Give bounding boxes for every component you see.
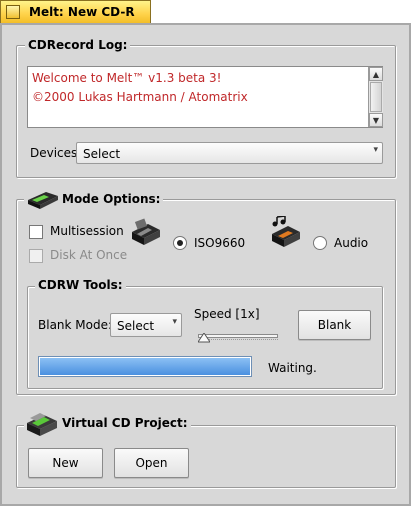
audio-cd-drive-icon (266, 215, 306, 250)
log-textview[interactable]: Welcome to Melt™ v1.3 beta 3! ©2000 Luka… (27, 66, 383, 128)
open-button[interactable]: Open (114, 448, 189, 478)
speed-slider-thumb[interactable] (198, 333, 210, 343)
scroll-down-icon[interactable]: ▼ (369, 113, 383, 127)
project-group-label: Virtual CD Project: (59, 416, 191, 430)
disk-at-once-checkbox[interactable] (29, 249, 43, 263)
speed-slider-track (198, 334, 278, 338)
progress-bar-fill (40, 358, 250, 375)
audio-radio[interactable] (313, 236, 327, 250)
new-button[interactable]: New (28, 448, 103, 478)
multisession-label[interactable]: Multisession (50, 224, 124, 238)
devices-label: Devices: (30, 146, 82, 160)
cdrw-group-label: CDRW Tools: (35, 278, 126, 292)
cd-recorder-icon (128, 218, 164, 248)
multisession-checkbox[interactable] (29, 225, 43, 239)
log-group-label: CDRecord Log: (25, 38, 131, 52)
speed-slider-ticks (206, 339, 278, 342)
iso9660-label[interactable]: ISO9660 (194, 236, 245, 250)
close-box[interactable] (6, 5, 20, 19)
log-scrollbar[interactable]: ▲ ▼ (368, 67, 383, 127)
chevron-down-icon: ▾ (373, 145, 378, 155)
chevron-down-icon: ▾ (172, 317, 177, 327)
blank-mode-label: Blank Mode: (38, 318, 113, 332)
speed-slider[interactable] (198, 331, 278, 345)
cd-drive-icon (24, 188, 60, 210)
scroll-thumb[interactable] (370, 82, 382, 112)
progress-bar (38, 356, 252, 377)
devices-select[interactable]: Select ▾ (76, 142, 383, 164)
window-tab[interactable]: Melt: New CD-R (0, 0, 151, 23)
scroll-up-icon[interactable]: ▲ (369, 67, 383, 81)
blank-button[interactable]: Blank (298, 310, 371, 340)
speed-label: Speed [1x] (194, 307, 260, 321)
log-line-1: Welcome to Melt™ v1.3 beta 3! (32, 71, 222, 85)
audio-label[interactable]: Audio (334, 236, 368, 250)
devices-selected-value: Select (83, 147, 121, 161)
window-title: Melt: New CD-R (29, 5, 135, 19)
status-text: Waiting. (268, 361, 317, 375)
iso9660-radio[interactable] (173, 236, 187, 250)
mode-group-label: Mode Options: (59, 192, 164, 206)
virtual-cd-drive-icon (24, 409, 60, 439)
blank-mode-selected-value: Select (117, 319, 155, 333)
log-line-2: ©2000 Lukas Hartmann / Atomatrix (32, 90, 248, 104)
blank-mode-select[interactable]: Select ▾ (110, 313, 182, 337)
disk-at-once-label[interactable]: Disk At Once (50, 248, 127, 262)
